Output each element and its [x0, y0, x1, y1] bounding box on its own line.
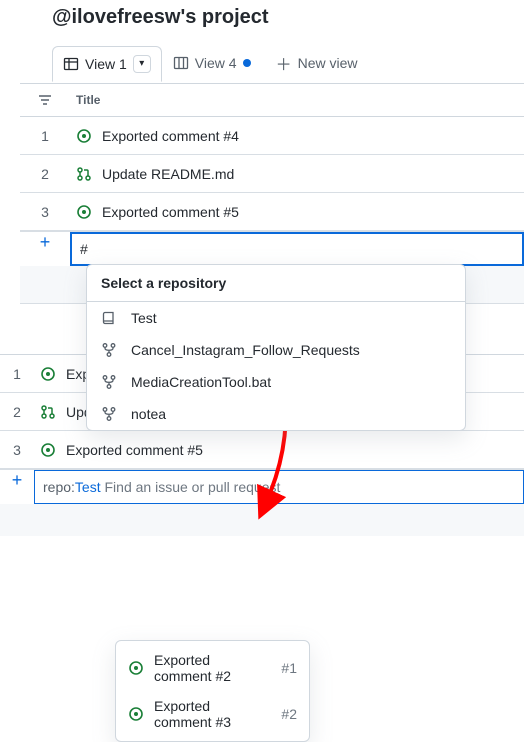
repo-option[interactable]: Cancel_Instagram_Follow_Requests [87, 334, 465, 366]
fork-icon [101, 342, 117, 358]
fork-icon [101, 374, 117, 390]
add-item-button[interactable]: + [20, 232, 70, 266]
issue-number: #1 [281, 660, 297, 676]
input-placeholder: Find an issue or pull request [105, 479, 281, 495]
tab-label: View 1 [85, 56, 127, 72]
table-header: Title [20, 84, 524, 117]
board-icon [173, 55, 189, 71]
tab-label: View 4 [195, 55, 237, 71]
row-number: 3 [0, 442, 34, 458]
tab-view-4[interactable]: View 4 [162, 46, 262, 80]
repo-option[interactable]: Test [87, 302, 465, 334]
add-item-input[interactable]: repo:Test Find an issue or pull request [34, 470, 524, 504]
issue-option[interactable]: Exported comment #3 #2 [116, 691, 309, 737]
add-item-row: + # [20, 231, 524, 266]
view-tabs: View 1 ▾ View 4 ＋ New view [20, 43, 524, 84]
row-title: Exported comment #5 [66, 442, 203, 458]
row-number: 1 [20, 128, 70, 144]
table-row[interactable]: 1 Exported comment #4 [20, 117, 524, 155]
issue-open-icon [76, 204, 92, 220]
filter-chip: repo:Test [43, 479, 101, 495]
project-title: @ilovefreesw's project [20, 0, 524, 43]
repo-label: Cancel_Instagram_Follow_Requests [131, 342, 360, 358]
issue-open-icon [128, 706, 144, 722]
row-title: Update README.md [102, 166, 234, 182]
issue-open-icon [40, 366, 56, 382]
input-value: # [80, 241, 88, 257]
row-number: 2 [0, 404, 34, 420]
issue-option[interactable]: Exported comment #2 #1 [116, 645, 309, 691]
table-row[interactable]: 3 Exported comment #5 [0, 431, 524, 469]
row-number: 3 [20, 204, 70, 220]
empty-row [0, 504, 524, 536]
issue-open-icon [76, 128, 92, 144]
issue-open-icon [40, 442, 56, 458]
plus-icon: ＋ [276, 51, 292, 75]
new-view-button[interactable]: ＋ New view [262, 43, 372, 83]
filter-icon [37, 92, 53, 108]
fork-icon [101, 406, 117, 422]
pull-request-icon [76, 166, 92, 182]
table-icon [63, 56, 79, 72]
repo-option[interactable]: MediaCreationTool.bat [87, 366, 465, 398]
repo-label: notea [131, 406, 166, 422]
table-row[interactable]: 3 Exported comment #5 [20, 193, 524, 231]
row-title: Exported comment #4 [102, 128, 239, 144]
issue-open-icon [128, 660, 144, 676]
pull-request-icon [40, 404, 56, 420]
add-item-row: + repo:Test Find an issue or pull reques… [0, 469, 524, 504]
column-title[interactable]: Title [70, 85, 524, 115]
repo-dropdown: Select a repository Test Cancel_Instagra… [86, 264, 466, 431]
dropdown-header: Select a repository [87, 265, 465, 302]
table-row[interactable]: 2 Update README.md [20, 155, 524, 193]
issue-suggest-dropdown: Exported comment #2 #1 Exported comment … [115, 640, 310, 742]
issue-number: #2 [281, 706, 297, 722]
tab-menu-button[interactable]: ▾ [133, 55, 151, 73]
issue-title: Exported comment #3 [154, 698, 271, 730]
tab-view-1[interactable]: View 1 ▾ [52, 46, 162, 82]
repo-icon [101, 310, 117, 326]
row-number: 1 [0, 366, 34, 382]
new-view-label: New view [298, 55, 358, 71]
add-item-input[interactable]: # [70, 232, 524, 266]
repo-label: MediaCreationTool.bat [131, 374, 271, 390]
add-item-button[interactable]: + [0, 470, 34, 504]
repo-option[interactable]: notea [87, 398, 465, 430]
issue-title: Exported comment #2 [154, 652, 271, 684]
repo-label: Test [131, 310, 157, 326]
row-title: Exported comment #5 [102, 204, 239, 220]
row-number: 2 [20, 166, 70, 182]
unsaved-dot-icon [243, 59, 251, 67]
filter-button[interactable] [20, 84, 70, 116]
